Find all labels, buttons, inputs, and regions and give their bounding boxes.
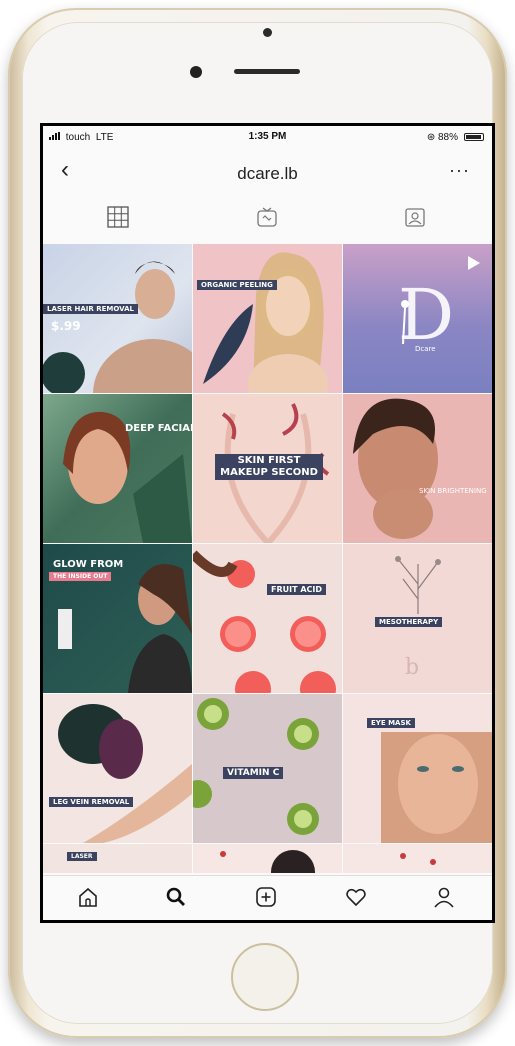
post-tile[interactable]: VITAMIN C bbox=[193, 694, 342, 843]
post-caption: ORGANIC PEELING bbox=[197, 280, 277, 290]
home-button[interactable] bbox=[231, 943, 299, 1011]
status-time: 1:35 PM bbox=[248, 131, 287, 142]
post-caption: Dcare bbox=[415, 345, 436, 353]
post-image bbox=[203, 252, 328, 393]
status-bar: touch LTE 1:35 PM ⊛ 88% bbox=[43, 126, 492, 148]
post-image bbox=[58, 704, 192, 843]
post-tile[interactable]: GLOW FROM THE INSIDE OUT bbox=[43, 544, 192, 693]
grid-icon[interactable] bbox=[98, 202, 138, 232]
post-tile[interactable]: SKIN BRIGHTENING bbox=[343, 394, 492, 543]
profile-header: ‹ dcare.lb ··· bbox=[43, 148, 492, 192]
post-caption: EYE MASK bbox=[367, 718, 415, 728]
post-tile[interactable]: ORGANIC PEELING bbox=[193, 244, 342, 393]
video-play-icon bbox=[468, 256, 480, 270]
profile-tabs bbox=[43, 196, 492, 238]
more-options-icon[interactable]: ··· bbox=[449, 160, 470, 181]
post-subcaption: THE INSIDE OUT bbox=[49, 572, 112, 581]
post-image bbox=[193, 550, 336, 693]
camera-dot bbox=[263, 28, 272, 37]
post-image bbox=[381, 732, 492, 843]
add-post-icon[interactable] bbox=[251, 882, 281, 912]
post-tile[interactable]: DEEP FACIAL bbox=[43, 394, 192, 543]
post-image bbox=[353, 398, 438, 539]
post-tile[interactable]: SKIN FIRST MAKEUP SECOND bbox=[193, 394, 342, 543]
post-tile[interactable]: LEG VEIN REMOVAL bbox=[43, 694, 192, 843]
post-tile[interactable] bbox=[193, 844, 342, 873]
tagged-icon[interactable] bbox=[395, 202, 435, 232]
screen: touch LTE 1:35 PM ⊛ 88% ‹ dcare.lb ··· L… bbox=[40, 123, 495, 923]
post-caption: LEG VEIN REMOVAL bbox=[49, 797, 134, 807]
post-image: D bbox=[398, 256, 480, 356]
post-grid: LASER HAIR REMOVAL $.99 ORGANIC PEELING … bbox=[43, 244, 492, 873]
post-caption: LASER bbox=[67, 852, 97, 861]
search-icon[interactable] bbox=[161, 882, 191, 912]
post-caption: SKIN BRIGHTENING bbox=[419, 487, 487, 495]
post-tile[interactable]: D Dcare bbox=[343, 244, 492, 393]
svg-text:b: b bbox=[405, 655, 419, 680]
post-caption: FRUIT ACID bbox=[267, 584, 327, 595]
heart-icon[interactable] bbox=[341, 882, 371, 912]
post-caption: VITAMIN C bbox=[223, 767, 284, 779]
bottom-tab-bar bbox=[43, 875, 492, 918]
battery-level: 88% bbox=[437, 132, 458, 143]
instagram-profile: touch LTE 1:35 PM ⊛ 88% ‹ dcare.lb ··· L… bbox=[43, 126, 492, 920]
post-caption: SKIN FIRST MAKEUP SECOND bbox=[215, 454, 323, 480]
post-price: $.99 bbox=[51, 319, 81, 333]
post-tile[interactable] bbox=[343, 844, 492, 873]
post-tile[interactable]: LASER bbox=[43, 844, 192, 873]
battery-icon bbox=[464, 133, 484, 141]
post-caption: GLOW FROM bbox=[53, 559, 124, 570]
front-camera bbox=[190, 66, 202, 78]
post-tile[interactable]: FRUIT ACID bbox=[193, 544, 342, 693]
post-tile[interactable]: b MESOTHERAPY bbox=[343, 544, 492, 693]
post-caption: MESOTHERAPY bbox=[375, 617, 443, 627]
post-caption: DEEP FACIAL bbox=[125, 423, 192, 434]
earpiece-speaker bbox=[234, 69, 300, 74]
igtv-icon[interactable] bbox=[247, 202, 287, 232]
profile-username: dcare.lb bbox=[237, 164, 298, 183]
post-caption: LASER HAIR REMOVAL bbox=[43, 304, 138, 314]
home-icon[interactable] bbox=[73, 882, 103, 912]
post-tile[interactable]: EYE MASK bbox=[343, 694, 492, 843]
post-tile[interactable]: LASER HAIR REMOVAL $.99 bbox=[43, 244, 192, 393]
profile-icon[interactable] bbox=[429, 882, 459, 912]
post-image bbox=[63, 411, 192, 543]
